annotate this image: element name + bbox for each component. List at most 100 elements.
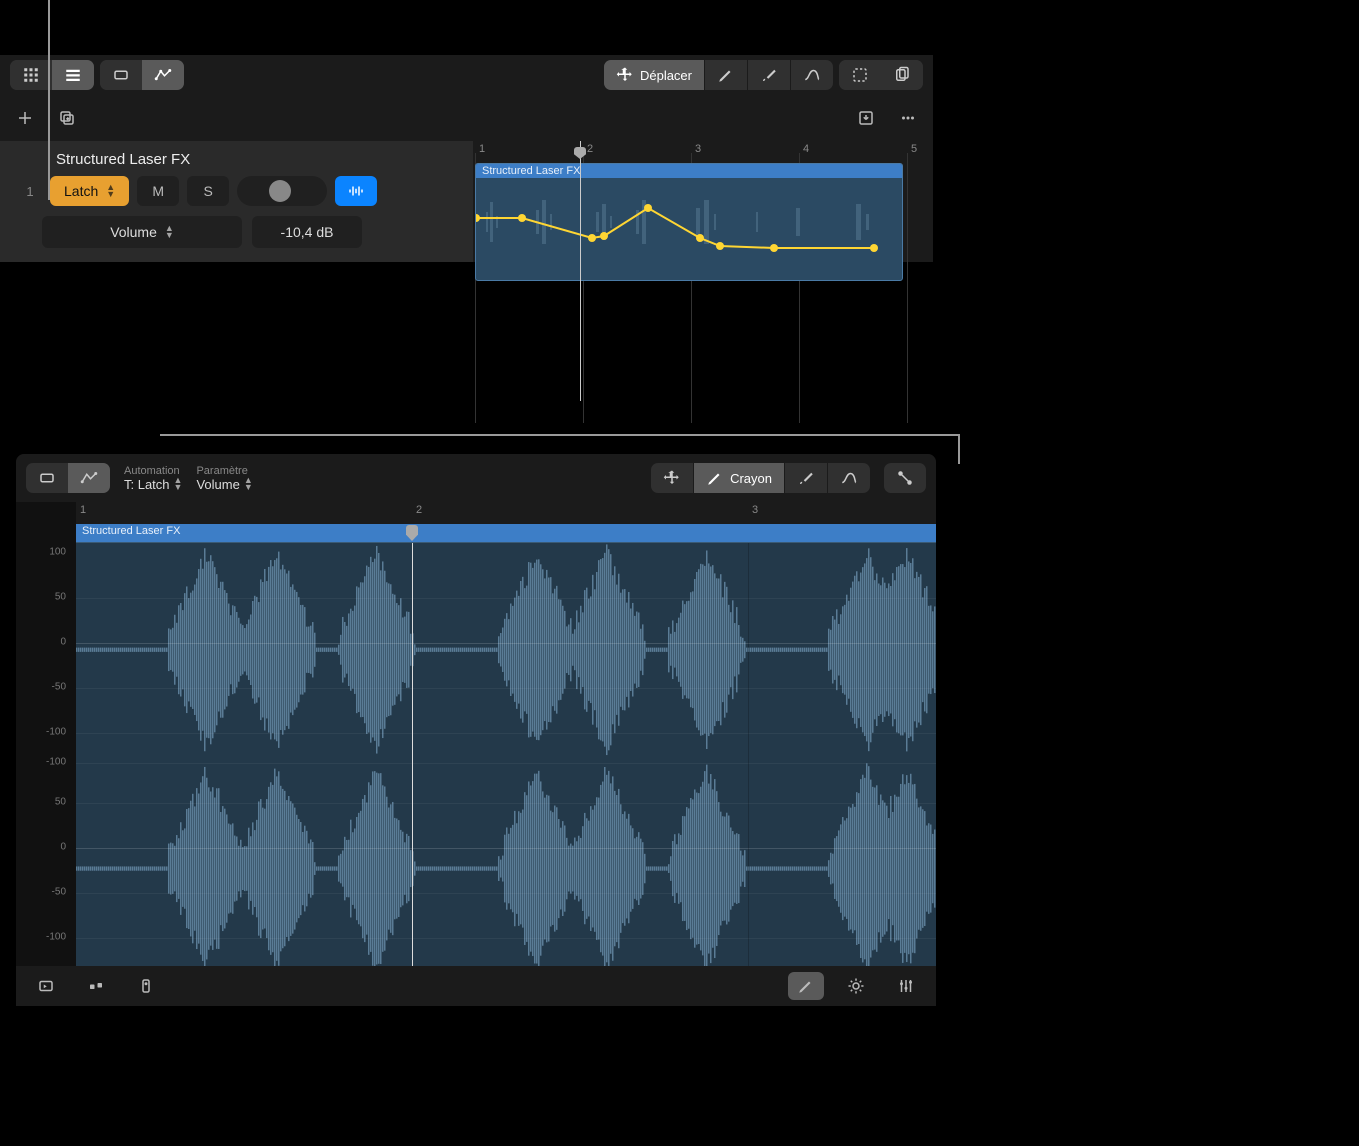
editor-automation-view-button[interactable] — [68, 463, 110, 493]
editor-toolbar: Automation T: Latch▲▼ Paramètre Volume▲▼… — [16, 454, 936, 502]
tracks-toolbar: Déplacer — [0, 55, 933, 95]
add-track-button[interactable] — [10, 103, 40, 133]
ruler-tick: 3 — [695, 143, 701, 155]
brush-tool[interactable] — [747, 60, 790, 90]
mixer-button[interactable] — [78, 972, 114, 1000]
view-mode-group — [10, 60, 94, 90]
waveform-icon — [347, 182, 365, 200]
copy-icon — [893, 66, 911, 84]
ruler-tick: 1 — [80, 504, 86, 516]
chevron-updown-icon: ▲▼ — [174, 477, 183, 491]
curve-tool[interactable] — [790, 60, 833, 90]
curve-icon — [840, 469, 858, 487]
display-mode-group — [100, 60, 184, 90]
ruler-tick: 5 — [911, 143, 917, 155]
editor-move-tool[interactable] — [651, 463, 693, 493]
sun-icon — [847, 977, 865, 995]
move-icon — [616, 66, 634, 84]
library-icon — [37, 977, 55, 995]
more-icon — [899, 109, 917, 127]
chevron-updown-icon: ▲▼ — [106, 184, 115, 198]
mixer-icon — [87, 977, 105, 995]
move-tool[interactable]: Déplacer — [604, 60, 704, 90]
playhead[interactable] — [580, 141, 581, 401]
solo-button[interactable]: S — [187, 176, 229, 206]
editor-brush-tool[interactable] — [784, 463, 827, 493]
editor-playhead[interactable] — [412, 543, 413, 1002]
editor-view-group — [26, 463, 110, 493]
pencil-icon — [717, 66, 735, 84]
region-view-button[interactable] — [100, 60, 142, 90]
automation-icon — [80, 469, 98, 487]
automation-parameter-value[interactable]: -10,4 dB — [252, 216, 362, 248]
list-view-button[interactable] — [52, 60, 94, 90]
more-button[interactable] — [893, 103, 923, 133]
automation-icon — [154, 66, 172, 84]
ruler-tick: 3 — [752, 504, 758, 516]
duplicate-track-button[interactable] — [52, 103, 82, 133]
editor-tool-selector: Crayon — [651, 463, 870, 493]
curve-icon — [803, 66, 821, 84]
automation-parameter-label: Volume — [110, 224, 157, 240]
waveform-display — [76, 543, 936, 1002]
marquee-icon — [851, 66, 869, 84]
brightness-button[interactable] — [838, 972, 874, 1000]
parameter-display[interactable]: Paramètre Volume▲▼ — [196, 465, 252, 492]
audio-region[interactable]: Structured Laser FX — [475, 163, 903, 281]
automation-curve[interactable] — [476, 176, 903, 281]
brush-icon — [760, 66, 778, 84]
grid-icon — [22, 66, 40, 84]
track-row: Structured Laser FX 1 Latch ▲▼ M S Volum… — [0, 141, 933, 262]
ruler-tick: 2 — [587, 143, 593, 155]
pencil-tool[interactable] — [704, 60, 747, 90]
node-icon — [896, 469, 914, 487]
editor-region-label: Structured Laser FX — [76, 524, 936, 542]
tracks-subtoolbar — [0, 95, 933, 141]
timeline-ruler[interactable]: 1 2 3 4 5 — [473, 141, 933, 163]
pan-slider[interactable] — [237, 176, 327, 206]
pencil-icon — [797, 977, 815, 995]
track-name: Structured Laser FX — [56, 151, 190, 168]
track-header[interactable]: Structured Laser FX 1 Latch ▲▼ M S Volum… — [0, 141, 473, 262]
duplicate-icon — [58, 109, 76, 127]
plus-icon — [16, 109, 34, 127]
annotation-line — [958, 434, 960, 464]
library-button[interactable] — [28, 972, 64, 1000]
move-tool-label: Déplacer — [640, 68, 692, 83]
track-index: 1 — [18, 184, 42, 199]
import-button[interactable] — [851, 103, 881, 133]
edit-tool-button[interactable] — [788, 972, 824, 1000]
ruler-tick: 4 — [803, 143, 809, 155]
annotation-line — [48, 0, 50, 200]
timeline-area[interactable]: 1 2 3 4 5 Structured Laser FX — [473, 141, 933, 262]
editor-ruler[interactable]: 1 2 3 — [76, 502, 936, 524]
grid-view-button[interactable] — [10, 60, 52, 90]
automation-parameter-select[interactable]: Volume ▲▼ — [42, 216, 242, 248]
pencil-icon — [706, 469, 724, 487]
automation-mode-button[interactable]: Latch ▲▼ — [50, 176, 129, 206]
flex-button[interactable] — [884, 463, 926, 493]
automation-mode-display[interactable]: Automation T: Latch▲▼ — [124, 465, 182, 492]
editor-pencil-tool[interactable]: Crayon — [693, 463, 784, 493]
marquee-button[interactable] — [839, 60, 881, 90]
sliders-icon — [897, 977, 915, 995]
y-axis: 100 50 0 -50 -100 -100 50 0 -50 -100 — [16, 542, 72, 1002]
rectangle-icon — [38, 469, 56, 487]
editor-region-view-button[interactable] — [26, 463, 68, 493]
freeze-button[interactable] — [335, 176, 377, 206]
edit-actions-group — [839, 60, 923, 90]
waveform-area[interactable] — [76, 542, 936, 1002]
list-icon — [64, 66, 82, 84]
editor-curve-tool[interactable] — [827, 463, 870, 493]
automation-view-button[interactable] — [142, 60, 184, 90]
smart-controls-button[interactable] — [128, 972, 164, 1000]
controls-icon — [137, 977, 155, 995]
copy-button[interactable] — [881, 60, 923, 90]
tool-selector: Déplacer — [604, 60, 833, 90]
mute-button[interactable]: M — [137, 176, 179, 206]
annotation-line — [160, 434, 960, 436]
chevron-updown-icon: ▲▼ — [165, 225, 174, 239]
settings-button[interactable] — [888, 972, 924, 1000]
brush-icon — [797, 469, 815, 487]
pencil-tool-label: Crayon — [730, 471, 772, 486]
